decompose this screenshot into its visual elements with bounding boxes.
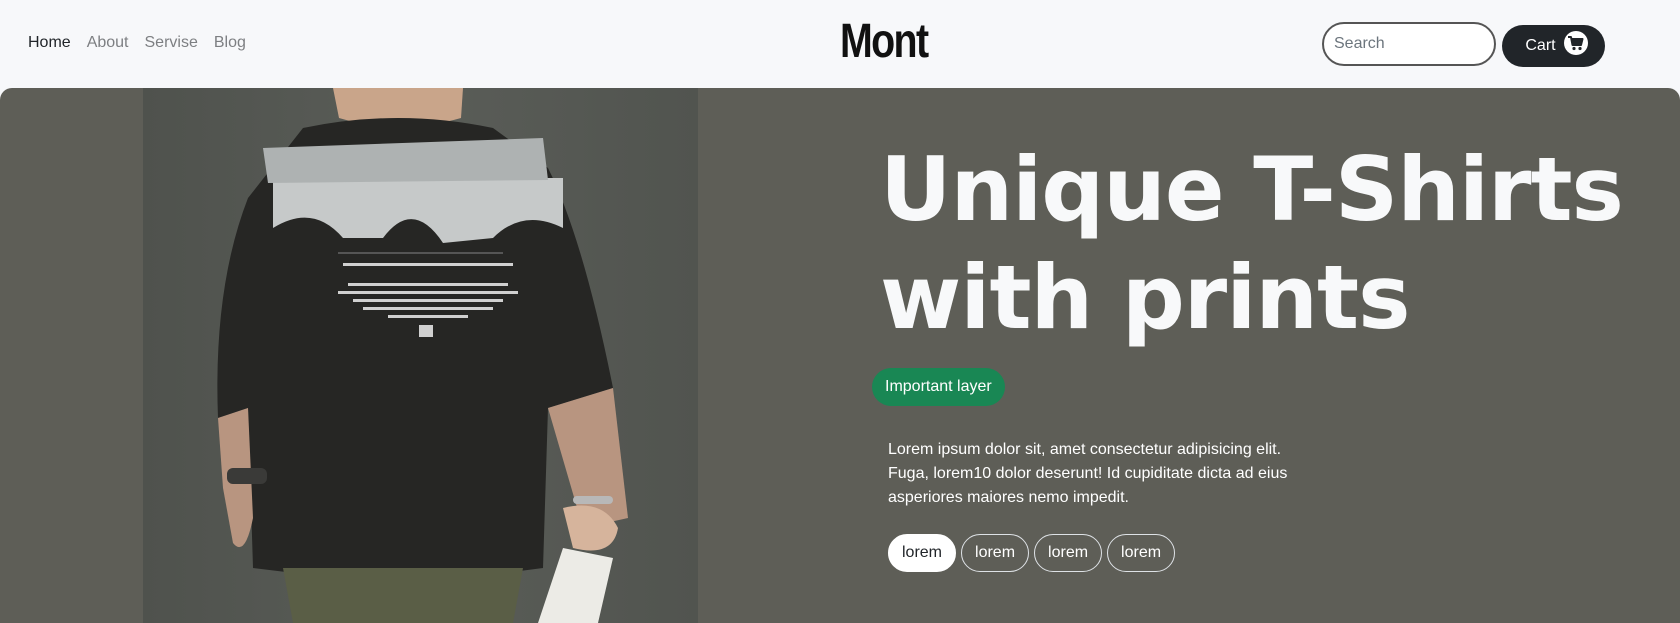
chip-lorem-3[interactable]: lorem	[1034, 534, 1103, 572]
cart-button[interactable]: Cart	[1502, 25, 1605, 67]
hero-section: Unique T-Shirts with prints Important la…	[0, 88, 1680, 623]
chip-lorem-4[interactable]: lorem	[1107, 534, 1176, 572]
brand-logo[interactable]: Mont	[840, 14, 929, 69]
hero-title: Unique T-Shirts with prints	[880, 136, 1624, 352]
nav-link-blog[interactable]: Blog	[214, 34, 246, 52]
nav-link-home[interactable]: Home	[28, 34, 71, 52]
cart-label: Cart	[1525, 37, 1556, 54]
search-input[interactable]	[1322, 22, 1496, 66]
important-badge[interactable]: Important layer	[872, 368, 1005, 406]
hero-title-line1: Unique T-Shirts	[880, 138, 1624, 241]
chip-lorem-2[interactable]: lorem	[961, 534, 1030, 572]
chip-lorem-1[interactable]: lorem	[888, 534, 957, 572]
hero-photo	[143, 88, 698, 623]
navbar: Home About Servise Blog Mont Cart	[0, 0, 1680, 88]
hero-title-line2: with prints	[880, 246, 1410, 349]
nav-links: Home About Servise Blog	[28, 34, 246, 52]
nav-link-servise[interactable]: Servise	[145, 34, 198, 52]
chip-group: lorem lorem lorem lorem	[888, 534, 1176, 572]
cart-icon	[1563, 31, 1588, 55]
nav-link-about[interactable]: About	[87, 34, 129, 52]
hero-description: Lorem ipsum dolor sit, amet consectetur …	[888, 441, 1288, 506]
